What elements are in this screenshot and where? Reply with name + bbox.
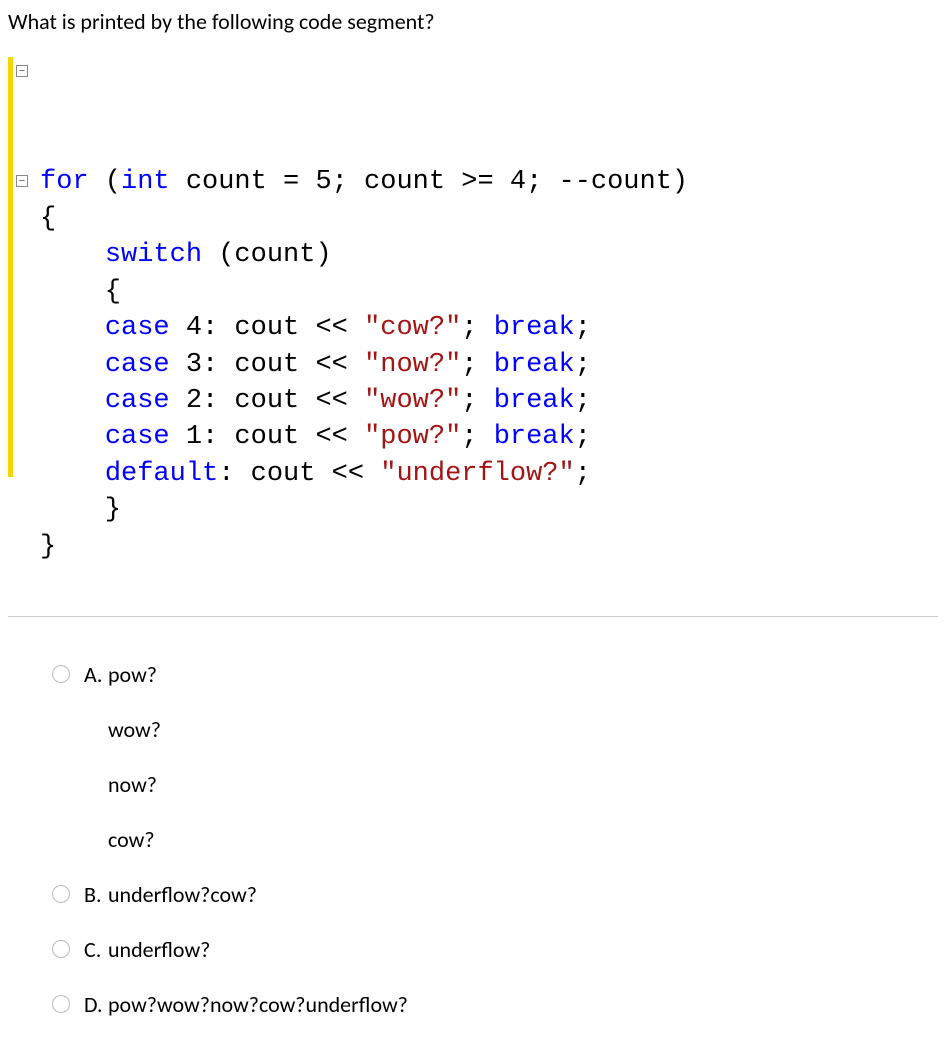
code-line: case 4: cout << "cow?"; break;: [40, 310, 938, 346]
change-bar: [8, 57, 13, 477]
radio-button[interactable]: [52, 885, 70, 903]
option-text: underflow?: [108, 936, 210, 963]
option-label: B.: [84, 881, 108, 908]
option-b[interactable]: B.underflow?cow?: [52, 881, 938, 908]
option-text: pow?: [108, 661, 157, 688]
option-label: C.: [84, 936, 108, 963]
code-line: for (int count = 5; count >= 4; --count): [40, 164, 938, 200]
fold-icon[interactable]: −: [16, 175, 28, 187]
radio-button[interactable]: [52, 995, 70, 1013]
option-body: B.underflow?cow?: [84, 881, 938, 908]
option-text: cow?: [108, 826, 938, 853]
option-a[interactable]: A.pow? wow? now? cow?: [52, 661, 938, 853]
code-lines: for (int count = 5; count >= 4; --count)…: [40, 164, 938, 565]
option-label: D.: [84, 991, 108, 1018]
code-gutter: − −: [8, 55, 34, 616]
radio-button[interactable]: [52, 665, 70, 683]
question-text: What is printed by the following code se…: [8, 8, 938, 35]
option-text: pow?wow?now?cow?underflow?: [108, 991, 408, 1018]
code-line: switch (count): [40, 237, 938, 273]
option-text: wow?: [108, 716, 938, 743]
option-d[interactable]: D.pow?wow?now?cow?underflow?: [52, 991, 938, 1018]
option-body: C.underflow?: [84, 936, 938, 963]
code-line: }: [40, 529, 938, 565]
code-line: case 3: cout << "now?"; break;: [40, 347, 938, 383]
code-line: case 1: cout << "pow?"; break;: [40, 419, 938, 455]
option-c[interactable]: C.underflow?: [52, 936, 938, 963]
code-line: case 2: cout << "wow?"; break;: [40, 383, 938, 419]
answer-options: A.pow?wow?now?cow?B.underflow?cow?C.unde…: [8, 661, 938, 1018]
code-line: }: [40, 492, 938, 528]
code-line: {: [40, 201, 938, 237]
fold-icon[interactable]: −: [16, 65, 28, 77]
option-body: D.pow?wow?now?cow?underflow?: [84, 991, 938, 1018]
option-text: now?: [108, 771, 938, 798]
option-label: A.: [84, 661, 108, 688]
code-block: − − for (int count = 5; count >= 4; --co…: [8, 55, 938, 617]
option-text: underflow?cow?: [108, 881, 257, 908]
code-line: default: cout << "underflow?";: [40, 456, 938, 492]
radio-button[interactable]: [52, 940, 70, 958]
option-body: A.pow? wow? now? cow?: [84, 661, 938, 853]
code-line: {: [40, 274, 938, 310]
